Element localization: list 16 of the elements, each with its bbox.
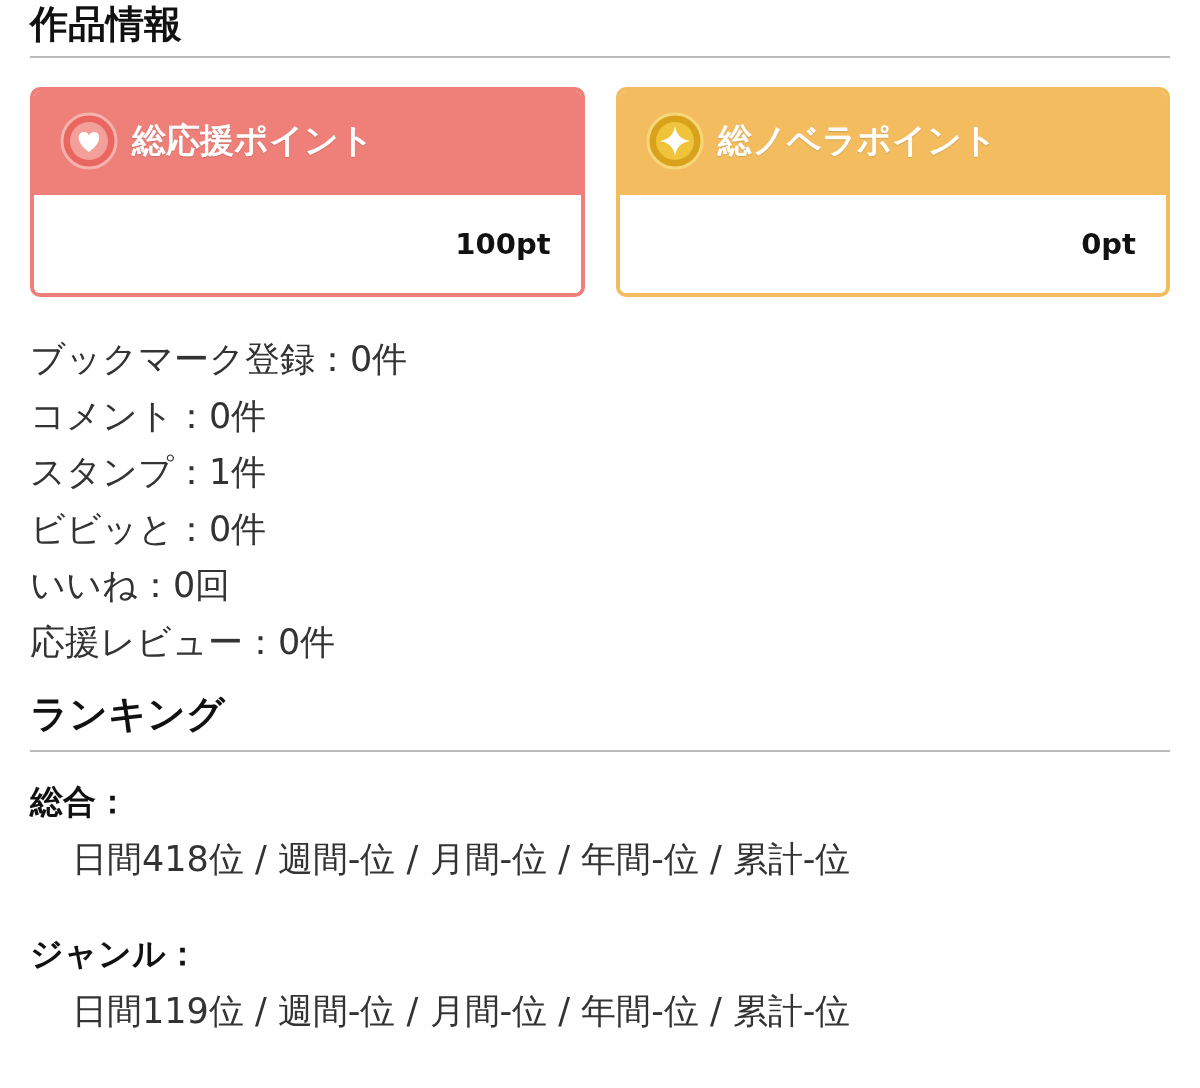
ranking-label: ジャンル： — [30, 933, 199, 975]
stat-line: ブックマーク登録：0件 — [30, 338, 408, 381]
ranking-line: 日間119位 / 週間-位 / 月間-位 / 年間-位 / 累計-位 — [71, 990, 851, 1033]
stat-line: 応援レビュー：0件 — [30, 620, 336, 664]
stat-line: いいね：0回 — [30, 564, 231, 607]
point-value: 0pt — [1081, 227, 1136, 261]
section-heading: 作品情報 — [30, 0, 1170, 58]
section-heading: ランキング — [30, 688, 1170, 752]
stat-line: コメント：0件 — [30, 394, 267, 438]
stat-line: スタンプ：1件 — [30, 451, 267, 494]
card-label: 総ノベラポイント — [717, 119, 997, 162]
point-value: 100pt — [455, 227, 551, 261]
stat-line: ビビッと：0件 — [30, 507, 267, 551]
ranking-line: 日間418位 / 週間-位 / 月間-位 / 年間-位 / 累計-位 — [71, 838, 851, 881]
card-label: 総応援ポイント — [132, 119, 374, 162]
ranking-label: 総合： — [30, 781, 129, 823]
